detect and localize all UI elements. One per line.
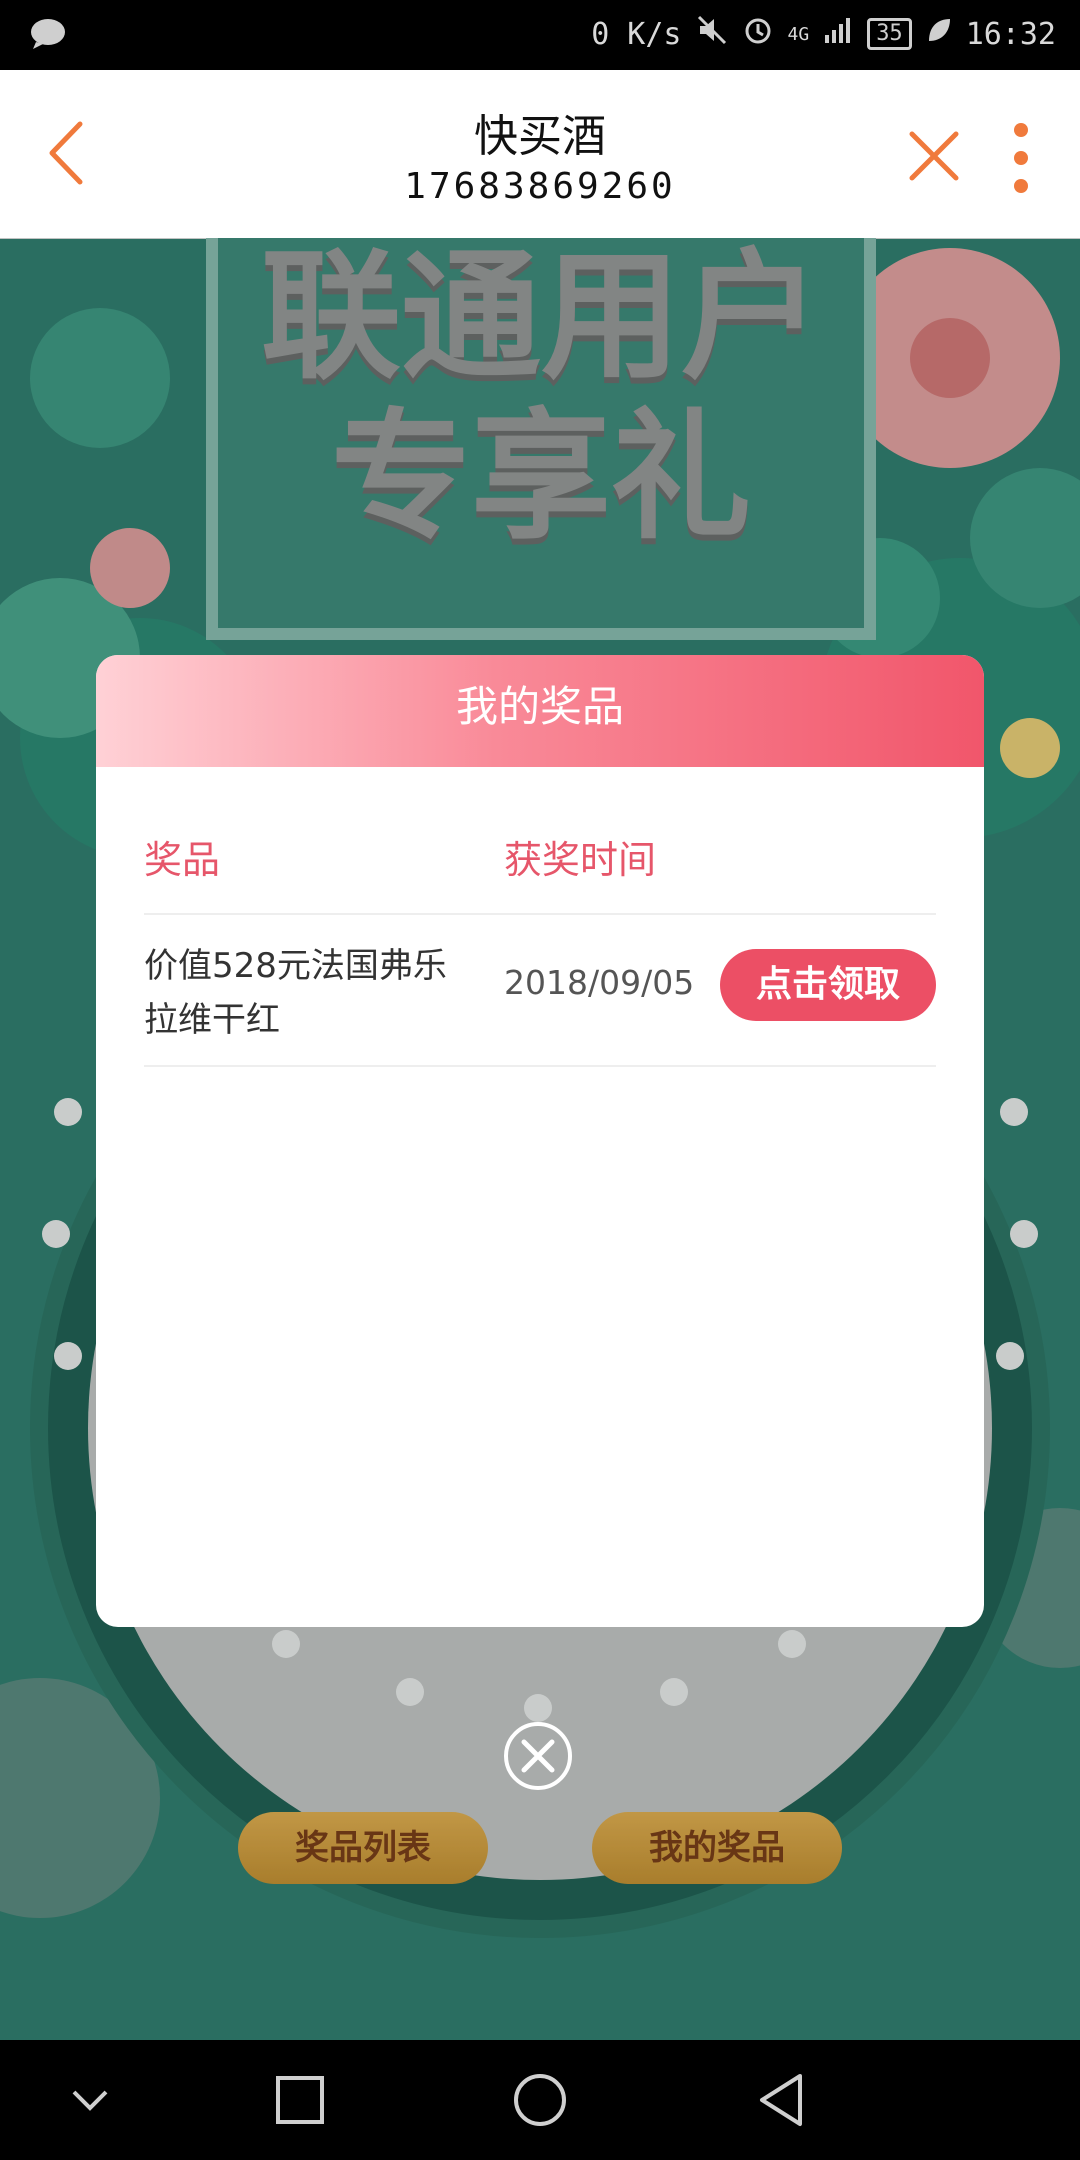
signal-icon bbox=[823, 15, 853, 53]
more-icon[interactable] bbox=[1006, 120, 1036, 196]
mute-icon bbox=[696, 14, 728, 54]
close-icon[interactable] bbox=[906, 128, 962, 184]
prize-name-line-2: 拉维干红 bbox=[144, 1000, 280, 1040]
claim-button[interactable]: 点击领取 bbox=[720, 949, 936, 1021]
table-header: 奖品 获奖时间 bbox=[144, 829, 936, 915]
alarm-icon bbox=[742, 14, 774, 54]
close-circle-icon[interactable] bbox=[502, 1720, 574, 1792]
prize-name: 价值528元法国弗乐 拉维干红 bbox=[144, 939, 484, 1047]
prize-name-line-1: 价值528元法国弗乐 bbox=[144, 946, 447, 986]
navigation-bar bbox=[0, 2040, 1080, 2160]
column-header-prize: 奖品 bbox=[144, 838, 221, 882]
back-triangle-icon[interactable] bbox=[752, 2070, 812, 2130]
app-header: 快买酒 17683869260 bbox=[0, 70, 1080, 239]
battery-icon: 35 bbox=[867, 18, 912, 50]
signal-label: 4G bbox=[787, 23, 810, 45]
leaf-icon bbox=[926, 16, 952, 52]
recent-apps-icon[interactable] bbox=[270, 2070, 330, 2130]
network-speed: 0 K/s bbox=[591, 16, 682, 52]
clock: 16:32 bbox=[965, 16, 1056, 52]
prize-date: 2018/09/05 bbox=[504, 963, 695, 1002]
my-prizes-dialog: 我的奖品 奖品 获奖时间 价值528元法国弗乐 拉维干红 2018/09/05 … bbox=[96, 655, 984, 1627]
table-row: 价值528元法国弗乐 拉维干红 2018/09/05 点击领取 bbox=[144, 915, 936, 1067]
dialog-title: 我的奖品 bbox=[96, 655, 984, 767]
message-icon bbox=[30, 18, 66, 58]
chevron-down-icon[interactable] bbox=[60, 2070, 120, 2130]
status-bar: 0 K/s 4G 35 16:32 bbox=[0, 0, 1080, 70]
home-icon[interactable] bbox=[510, 2070, 570, 2130]
column-header-time: 获奖时间 bbox=[504, 838, 657, 882]
